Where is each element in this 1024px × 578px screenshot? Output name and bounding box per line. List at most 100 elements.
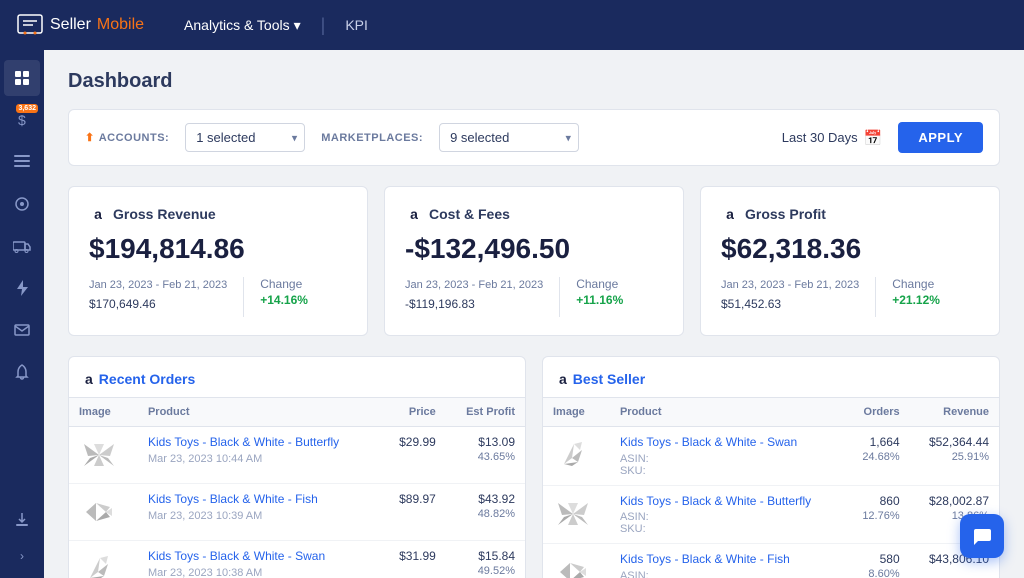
kpi-change-cost-fees: Change +11.16% bbox=[576, 277, 623, 307]
amazon-icon-best: a bbox=[559, 371, 567, 387]
marketplaces-select[interactable]: 9 selected bbox=[439, 123, 579, 152]
best-seller-title: Best Seller bbox=[573, 371, 645, 387]
logo-mobile: Mobile bbox=[97, 16, 144, 34]
sidebar-lightning-icon[interactable] bbox=[4, 270, 40, 306]
sidebar-bell-icon[interactable] bbox=[4, 354, 40, 390]
profit-ro-2: $15.8449.52% bbox=[446, 541, 525, 578]
amazon-icon-cost-fees: a bbox=[405, 205, 423, 223]
profit-ro-0: $13.0943.65% bbox=[446, 427, 525, 484]
product-image-bs-1 bbox=[543, 485, 610, 544]
kpi-dates-gross-revenue: Jan 23, 2023 - Feb 21, 2023 $170,649.46 bbox=[89, 277, 227, 314]
kpi-change-gross-revenue: Change +14.16% bbox=[260, 277, 308, 307]
product-image-bs-2 bbox=[543, 544, 610, 578]
recent-orders-title: Recent Orders bbox=[99, 371, 195, 387]
marketplaces-label: MARKETPLACES: bbox=[321, 132, 423, 144]
recent-orders-card: a Recent Orders Image Product Price Est … bbox=[68, 356, 526, 578]
revenue-bs-0: $52,364.4425.91% bbox=[910, 427, 999, 486]
accounts-select-wrapper[interactable]: 1 selected bbox=[185, 123, 305, 152]
col-estprofit-ro: Est Profit bbox=[446, 398, 525, 427]
kpi-dates-cost-fees: Jan 23, 2023 - Feb 21, 2023 -$119,196.83 bbox=[405, 277, 543, 314]
kpi-card-gross-revenue: a Gross Revenue $194,814.86 Jan 23, 2023… bbox=[68, 186, 368, 336]
product-image-bs-0 bbox=[543, 427, 610, 486]
sidebar-truck-icon[interactable] bbox=[4, 228, 40, 264]
product-image-ro-1 bbox=[69, 484, 138, 541]
best-seller-table: Image Product Orders Revenue Kids Toys -… bbox=[543, 398, 999, 578]
sidebar-expand-btn[interactable]: › bbox=[4, 544, 40, 568]
col-product-bs: Product bbox=[610, 398, 846, 427]
recent-order-row: Kids Toys - Black & White - Fish Mar 23,… bbox=[69, 484, 525, 541]
best-seller-card: a Best Seller Image Product Orders Reven… bbox=[542, 356, 1000, 578]
best-seller-row: Kids Toys - Black & White - Fish ASIN: S… bbox=[543, 544, 999, 578]
top-nav: SellerMobile Analytics & Tools ▾ | KPI bbox=[0, 0, 1024, 50]
sidebar-download-icon[interactable] bbox=[4, 502, 40, 538]
cart-icon bbox=[16, 13, 44, 37]
product-info-ro-1: Kids Toys - Black & White - Fish Mar 23,… bbox=[138, 484, 381, 541]
analytics-tools-nav[interactable]: Analytics & Tools ▾ bbox=[184, 17, 301, 34]
kpi-value-gross-revenue: $194,814.86 bbox=[89, 233, 347, 265]
price-ro-2: $31.99 bbox=[381, 541, 446, 578]
recent-orders-header: a Recent Orders bbox=[69, 357, 525, 398]
calendar-icon: 📅 bbox=[864, 129, 883, 147]
col-revenue-bs: Revenue bbox=[910, 398, 999, 427]
orders-bs-1: 86012.76% bbox=[846, 485, 910, 544]
kpi-header-gross-profit: a Gross Profit bbox=[721, 205, 979, 223]
kpi-footer-gross-profit: Jan 23, 2023 - Feb 21, 2023 $51,452.63 C… bbox=[721, 277, 979, 317]
product-image-ro-2 bbox=[69, 541, 138, 578]
col-product-ro: Product bbox=[138, 398, 381, 427]
best-seller-header: a Best Seller bbox=[543, 357, 999, 398]
price-ro-1: $89.97 bbox=[381, 484, 446, 541]
kpi-title-gross-revenue: Gross Revenue bbox=[113, 206, 216, 222]
kpi-value-cost-fees: -$132,496.50 bbox=[405, 233, 663, 265]
product-info-bs-2: Kids Toys - Black & White - Fish ASIN: S… bbox=[610, 544, 846, 578]
logo[interactable]: SellerMobile bbox=[16, 13, 144, 37]
kpi-header-gross-revenue: a Gross Revenue bbox=[89, 205, 347, 223]
kpi-divider-gross-revenue bbox=[243, 277, 244, 317]
filter-bar: ⬆ ACCOUNTS: 1 selected MARKETPLACES: 9 s… bbox=[68, 109, 1000, 166]
col-image-bs: Image bbox=[543, 398, 610, 427]
kpi-card-gross-profit: a Gross Profit $62,318.36 Jan 23, 2023 -… bbox=[700, 186, 1000, 336]
chat-button[interactable] bbox=[960, 514, 1004, 558]
amazon-icon-gross-revenue: a bbox=[89, 205, 107, 223]
product-info-ro-0: Kids Toys - Black & White - Butterfly Ma… bbox=[138, 427, 381, 484]
sidebar: $ 3,632 bbox=[0, 50, 44, 578]
accounts-label: ⬆ ACCOUNTS: bbox=[85, 131, 169, 144]
sidebar-dollar-icon[interactable]: $ 3,632 bbox=[4, 102, 40, 138]
kpi-dates-gross-profit: Jan 23, 2023 - Feb 21, 2023 $51,452.63 bbox=[721, 277, 859, 314]
kpi-title-gross-profit: Gross Profit bbox=[745, 206, 826, 222]
recent-order-row: Kids Toys - Black & White - Butterfly Ma… bbox=[69, 427, 525, 484]
orders-bs-0: 1,66424.68% bbox=[846, 427, 910, 486]
recent-orders-table: Image Product Price Est Profit Kids Toys… bbox=[69, 398, 525, 578]
amazon-icon-gross-profit: a bbox=[721, 205, 739, 223]
sidebar-badge: 3,632 bbox=[16, 104, 38, 113]
kpi-value-gross-profit: $62,318.36 bbox=[721, 233, 979, 265]
col-price-ro: Price bbox=[381, 398, 446, 427]
apply-button[interactable]: APPLY bbox=[898, 122, 983, 153]
kpi-nav[interactable]: KPI bbox=[345, 17, 368, 33]
kpi-footer-cost-fees: Jan 23, 2023 - Feb 21, 2023 -$119,196.83… bbox=[405, 277, 663, 317]
product-info-ro-2: Kids Toys - Black & White - Swan Mar 23,… bbox=[138, 541, 381, 578]
kpi-footer-gross-revenue: Jan 23, 2023 - Feb 21, 2023 $170,649.46 … bbox=[89, 277, 347, 317]
kpi-cards-row: a Gross Revenue $194,814.86 Jan 23, 2023… bbox=[68, 186, 1000, 336]
marketplaces-select-wrapper[interactable]: 9 selected bbox=[439, 123, 579, 152]
orders-bs-2: 5808.60% bbox=[846, 544, 910, 578]
sidebar-circle-icon[interactable] bbox=[4, 186, 40, 222]
best-seller-row: Kids Toys - Black & White - Swan ASIN: S… bbox=[543, 427, 999, 486]
nav-divider: | bbox=[321, 15, 326, 36]
main-content: Dashboard ⬆ ACCOUNTS: 1 selected MARKETP… bbox=[44, 50, 1024, 578]
profit-ro-1: $43.9248.82% bbox=[446, 484, 525, 541]
col-image-ro: Image bbox=[69, 398, 138, 427]
product-info-bs-0: Kids Toys - Black & White - Swan ASIN: S… bbox=[610, 427, 846, 486]
price-ro-0: $29.99 bbox=[381, 427, 446, 484]
main-layout: $ 3,632 bbox=[0, 50, 1024, 578]
sidebar-grid-icon[interactable] bbox=[4, 60, 40, 96]
product-image-ro-0 bbox=[69, 427, 138, 484]
kpi-change-gross-profit: Change +21.12% bbox=[892, 277, 940, 307]
sidebar-mail-icon[interactable] bbox=[4, 312, 40, 348]
accounts-select[interactable]: 1 selected bbox=[185, 123, 305, 152]
kpi-divider-cost-fees bbox=[559, 277, 560, 317]
date-range-picker[interactable]: Last 30 Days 📅 bbox=[782, 129, 883, 147]
sidebar-list-icon[interactable] bbox=[4, 144, 40, 180]
kpi-card-cost-fees: a Cost & Fees -$132,496.50 Jan 23, 2023 … bbox=[384, 186, 684, 336]
lower-row: a Recent Orders Image Product Price Est … bbox=[68, 356, 1000, 578]
col-orders-bs: Orders bbox=[846, 398, 910, 427]
